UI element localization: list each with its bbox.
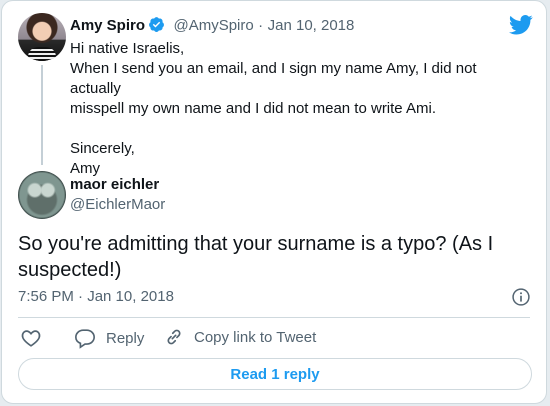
avatar-amy-spiro[interactable] [18,13,66,61]
divider [18,317,530,318]
tweet-text-blank-line [70,119,530,139]
copy-link-button[interactable]: Copy link to Tweet [164,327,316,347]
tweet-text-line: Hi native Israelis, [70,40,185,57]
thread-connector-line [41,65,43,165]
reply-tweet-text: So you're admitting that your surname is… [18,231,533,283]
avatar-maor-eichler[interactable] [18,171,66,219]
dot-separator: · [258,17,264,34]
tweet-date[interactable]: Jan 10, 2018 [268,17,355,34]
reply-button[interactable]: Reply [74,327,144,349]
reply-label: Reply [106,329,145,347]
tweet-text-line: misspell my own name and I did not mean … [70,100,436,117]
comment-bubble-icon [75,329,95,349]
read-replies-button[interactable]: Read 1 reply [18,358,532,390]
twitter-bird-icon[interactable] [509,15,533,35]
info-icon[interactable] [511,287,531,307]
tweet-embed-card: Amy Spiro @AmySpiro · Jan 10, 2018 Hi na… [1,0,547,404]
reply-text-line: So you're admitting that your surname is… [18,233,494,255]
reply-author-handle[interactable]: @EichlerMaor [70,196,165,213]
author-handle[interactable]: @AmySpiro [173,17,253,34]
reply-author-name[interactable]: maor eichler [70,176,159,193]
reply-timestamp[interactable]: 7:56 PM · Jan 10, 2018 [18,288,174,305]
original-tweet-text: Hi native Israelis, When I send you an e… [70,39,530,179]
heart-icon [21,330,41,347]
tweet-text-line: Sincerely, [70,140,135,157]
verified-badge-icon [149,17,164,32]
tweet-text-line: When I send you an email, and I sign my … [70,60,477,97]
reply-text-line: suspected!) [18,259,122,281]
original-tweet-header: Amy Spiro @AmySpiro · Jan 10, 2018 [70,16,354,35]
link-icon [167,329,181,345]
author-name[interactable]: Amy Spiro [70,17,145,34]
copy-link-label: Copy link to Tweet [194,328,317,346]
like-button[interactable] [20,327,52,349]
